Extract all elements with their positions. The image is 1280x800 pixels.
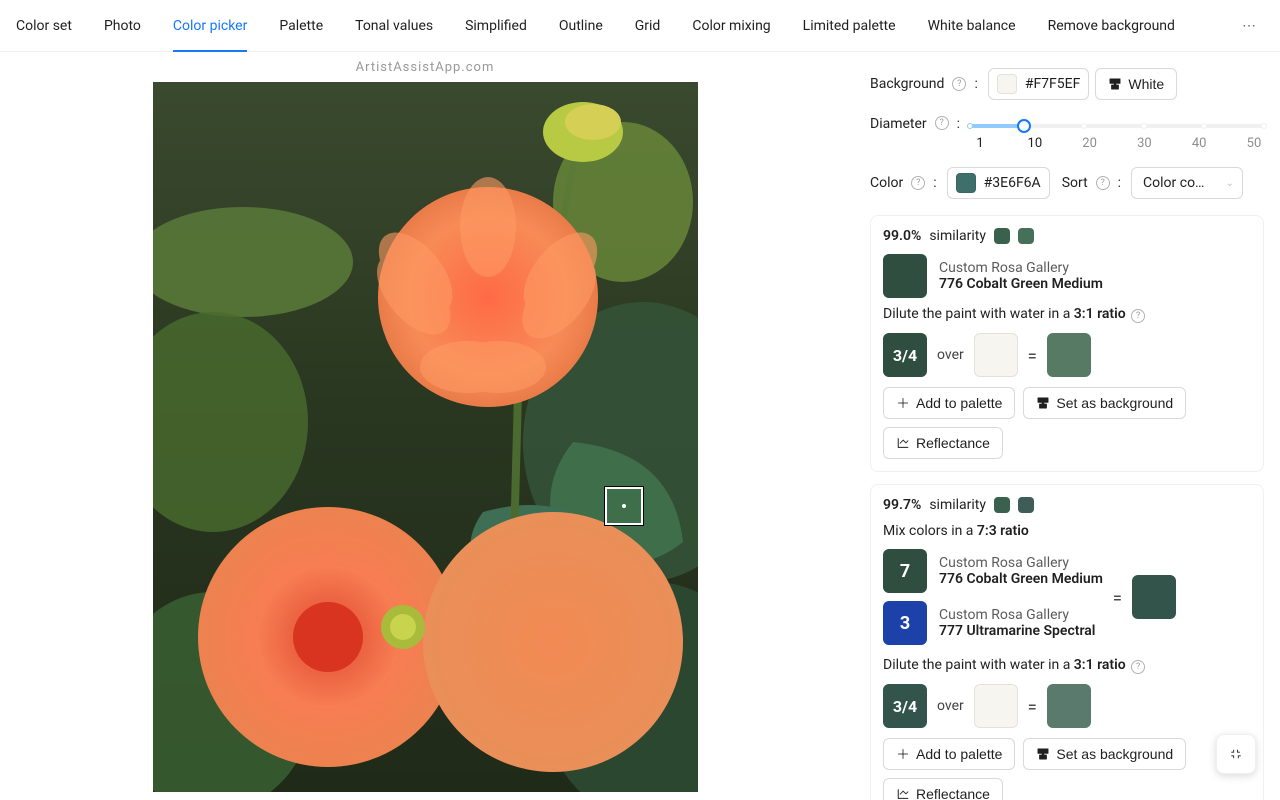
help-icon[interactable]: ?: [952, 77, 966, 91]
similarity-label: similarity: [929, 228, 986, 244]
plus-icon: [896, 396, 910, 410]
dilute-text: Dilute the paint with water in a 3:1 rat…: [883, 306, 1251, 323]
equals-label: =: [1113, 588, 1122, 607]
help-icon[interactable]: ?: [1131, 309, 1145, 323]
dilution-ratio-swatch: 3/4: [883, 333, 927, 377]
sort-select[interactable]: Color co… ⌄: [1131, 167, 1243, 199]
diameter-row: Diameter ? : 1 10 20 30: [870, 116, 1264, 151]
background-row: Background ? : #F7F5EF White: [870, 68, 1264, 100]
help-icon[interactable]: ?: [911, 176, 925, 190]
slider-mark: 10: [1025, 136, 1045, 151]
photo-canvas[interactable]: [153, 82, 698, 792]
picked-color-input[interactable]: #3E6F6A: [947, 167, 1050, 199]
side-panel: Background ? : #F7F5EF White Diameter ? …: [850, 52, 1280, 800]
equals-label: =: [1028, 346, 1037, 365]
line-chart-icon: [896, 787, 910, 800]
reflectance-button[interactable]: Reflectance: [883, 427, 1003, 459]
similarity-pct: 99.7%: [883, 497, 921, 513]
picked-hex: #3E6F6A: [984, 175, 1041, 191]
paint-swatch: [883, 254, 927, 298]
help-icon[interactable]: ?: [1131, 660, 1145, 674]
format-painter-icon: [1108, 77, 1122, 91]
slider-handle[interactable]: [1017, 119, 1031, 133]
tabs-more-icon[interactable]: ⋯: [1234, 18, 1264, 34]
tab-color-picker[interactable]: Color picker: [173, 0, 247, 52]
color-picker-crosshair[interactable]: [605, 487, 643, 525]
color-sort-row: Color ? : #3E6F6A Sort ? : Color co… ⌄: [870, 167, 1264, 199]
slider-mark: 1: [970, 136, 990, 151]
result-card: 99.7% similarity Mix colors in a 7:3 rat…: [870, 484, 1264, 800]
add-to-palette-button[interactable]: Add to palette: [883, 387, 1015, 419]
tab-photo[interactable]: Photo: [104, 0, 141, 52]
paint-brand: Custom Rosa Gallery: [939, 607, 1095, 623]
set-background-button[interactable]: Set as background: [1023, 387, 1186, 419]
mix-bg-swatch: [974, 333, 1018, 377]
image-panel: ArtistAssistApp.com: [0, 52, 850, 800]
background-hex: #F7F5EF: [1025, 76, 1081, 92]
tab-palette[interactable]: Palette: [279, 0, 323, 52]
tab-color-set[interactable]: Color set: [16, 0, 72, 52]
dilution-ratio-swatch: 3/4: [883, 684, 927, 728]
format-painter-icon: [1036, 396, 1050, 410]
set-background-button[interactable]: Set as background: [1023, 738, 1186, 770]
background-swatch: [997, 74, 1017, 94]
add-to-palette-button[interactable]: Add to palette: [883, 738, 1015, 770]
tab-tonal-values[interactable]: Tonal values: [355, 0, 433, 52]
paint-brand: Custom Rosa Gallery: [939, 555, 1103, 571]
dilute-text: Dilute the paint with water in a 3:1 rat…: [883, 657, 1251, 674]
tab-outline[interactable]: Outline: [559, 0, 603, 52]
compare-swatch: [994, 497, 1010, 513]
color-label: Color: [870, 175, 903, 191]
mix-result-swatch: [1047, 684, 1091, 728]
mix-part-swatch: 3: [883, 601, 927, 645]
mix-result-swatch: [1132, 575, 1176, 619]
fullscreen-exit-icon: [1228, 746, 1244, 762]
chevron-down-icon: ⌄: [1226, 178, 1234, 189]
reflectance-button[interactable]: Reflectance: [883, 778, 1003, 800]
result-card: 99.0% similarity Custom Rosa Gallery 776…: [870, 215, 1264, 472]
paint-brand: Custom Rosa Gallery: [939, 260, 1103, 276]
tab-limited-palette[interactable]: Limited palette: [803, 0, 896, 52]
over-label: over: [937, 347, 964, 363]
slider-mark: 30: [1134, 136, 1154, 151]
paint-name: 776 Cobalt Green Medium: [939, 276, 1103, 292]
mix-part-swatch: 7: [883, 549, 927, 593]
background-label: Background: [870, 76, 944, 92]
picked-swatch: [956, 173, 976, 193]
help-icon[interactable]: ?: [935, 116, 949, 130]
mix-text: Mix colors in a 7:3 ratio: [883, 523, 1251, 539]
compare-swatch: [994, 228, 1010, 244]
line-chart-icon: [896, 436, 910, 450]
over-label: over: [937, 698, 964, 714]
paint-name: 777 Ultramarine Spectral: [939, 623, 1095, 639]
sort-label: Sort: [1062, 175, 1088, 191]
equals-label: =: [1028, 697, 1037, 716]
tab-color-mixing[interactable]: Color mixing: [692, 0, 770, 52]
slider-mark: 20: [1080, 136, 1100, 151]
tab-remove-background[interactable]: Remove background: [1048, 0, 1175, 52]
diameter-slider[interactable]: 1 10 20 30 40 50: [970, 124, 1264, 151]
slider-mark: 50: [1244, 136, 1264, 151]
help-icon[interactable]: ?: [1096, 176, 1110, 190]
plus-icon: [896, 747, 910, 761]
format-painter-icon: [1036, 747, 1050, 761]
similarity-pct: 99.0%: [883, 228, 921, 244]
main-tabs: Color set Photo Color picker Palette Ton…: [0, 0, 1280, 52]
diameter-label: Diameter: [870, 116, 927, 132]
mix-result-swatch: [1047, 333, 1091, 377]
similarity-label: similarity: [929, 497, 986, 513]
paint-name: 776 Cobalt Green Medium: [939, 571, 1103, 587]
compare-swatch: [1018, 228, 1034, 244]
mix-bg-swatch: [974, 684, 1018, 728]
tab-grid[interactable]: Grid: [635, 0, 661, 52]
slider-mark: 40: [1189, 136, 1209, 151]
background-color-input[interactable]: #F7F5EF: [988, 68, 1090, 100]
watermark: ArtistAssistApp.com: [356, 60, 495, 80]
tab-white-balance[interactable]: White balance: [928, 0, 1016, 52]
tab-simplified[interactable]: Simplified: [465, 0, 527, 52]
white-button[interactable]: White: [1095, 68, 1177, 100]
compare-swatch: [1018, 497, 1034, 513]
fullscreen-exit-button[interactable]: [1216, 734, 1256, 774]
